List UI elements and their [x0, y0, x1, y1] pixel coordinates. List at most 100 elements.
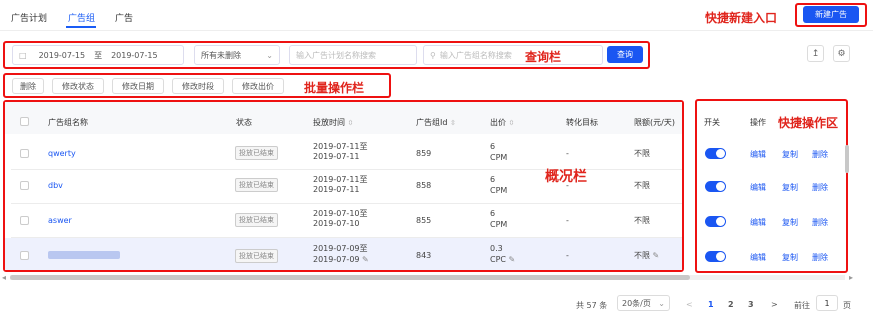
query-button[interactable]: 查询	[607, 46, 643, 63]
date-range-picker[interactable]: □ 2019-07-15 至 2019-07-15	[12, 45, 184, 65]
delete-button[interactable]: 删除	[812, 217, 828, 228]
tab-ad[interactable]: 广告	[115, 11, 133, 24]
header-time[interactable]: 投放时间 ⇳	[313, 117, 353, 128]
toggle-switch[interactable]	[705, 216, 726, 227]
next-page-icon[interactable]: >	[771, 300, 778, 309]
cell-id: 843	[416, 251, 432, 260]
table-row-name-link[interactable]: aswer	[48, 216, 72, 226]
tabs-divider	[0, 30, 873, 31]
goto-page-input[interactable]: 1	[816, 295, 838, 311]
annotation-overview: 概况栏	[545, 169, 587, 185]
status-select[interactable]: 所有未删除 ⌄	[194, 45, 280, 65]
cell-time-start: 2019-07-11至	[313, 175, 368, 184]
cell-bid-type: CPM	[490, 186, 508, 195]
batch-date-button[interactable]: 修改日期	[112, 78, 164, 94]
search-icon: ⚲	[430, 50, 436, 60]
edit-icon[interactable]: ✎	[362, 255, 369, 264]
cell-id: 855	[416, 216, 432, 225]
delete-button[interactable]: 删除	[812, 182, 828, 193]
cell-limit: 不限	[634, 216, 650, 225]
prev-page-icon[interactable]: <	[686, 300, 693, 309]
plan-search-input[interactable]: 输入广告计划名称搜索	[289, 45, 417, 65]
chevron-down-icon: ⌄	[658, 298, 665, 308]
page-size-select[interactable]: 20条/页 ⌄	[617, 295, 670, 311]
tab-ad-group[interactable]: 广告组	[68, 11, 95, 24]
cell-time-end: 2019-07-11	[313, 152, 360, 161]
table-row-name-link[interactable]: dbv	[48, 181, 63, 191]
goto-label: 前往	[794, 301, 810, 310]
copy-button[interactable]: 复制	[782, 217, 798, 228]
table-row-name-link[interactable]: qwerty	[48, 149, 76, 159]
status-badge: 投放已结束	[235, 213, 278, 227]
sort-icon[interactable]: ⇳	[450, 119, 456, 127]
header-id[interactable]: 广告组Id ⇳	[416, 117, 456, 128]
row-divider	[11, 203, 682, 204]
page-3[interactable]: 3	[748, 300, 754, 309]
edit-button[interactable]: 编辑	[750, 217, 766, 228]
toggle-switch[interactable]	[705, 181, 726, 192]
cell-limit: 不限	[634, 181, 650, 190]
edit-button[interactable]: 编辑	[750, 252, 766, 263]
active-tab-indicator	[66, 26, 96, 28]
edit-icon[interactable]: ✎	[653, 251, 660, 260]
header-limit: 限额(元/天)	[634, 118, 675, 127]
status-badge: 投放已结束	[235, 178, 278, 192]
select-all-checkbox[interactable]	[20, 117, 29, 126]
cell-time-end: 2019-07-11	[313, 185, 360, 194]
toggle-switch[interactable]	[705, 251, 726, 262]
cell-time-start: 2019-07-09至	[313, 244, 368, 253]
batch-period-button[interactable]: 修改时段	[172, 78, 224, 94]
date-end: 2019-07-15	[111, 50, 158, 60]
delete-button[interactable]: 删除	[812, 149, 828, 160]
cell-target: -	[566, 216, 569, 225]
cell-target: -	[566, 251, 569, 260]
sort-icon[interactable]: ⇳	[509, 119, 515, 127]
page-2[interactable]: 2	[728, 300, 734, 309]
scroll-right-icon[interactable]: ▸	[849, 273, 853, 283]
tab-ad-plan[interactable]: 广告计划	[11, 11, 47, 24]
plan-search-placeholder: 输入广告计划名称搜索	[296, 50, 376, 60]
scroll-left-icon[interactable]: ◂	[2, 273, 6, 283]
batch-status-button[interactable]: 修改状态	[52, 78, 104, 94]
header-status: 状态	[236, 118, 252, 127]
edit-button[interactable]: 编辑	[750, 182, 766, 193]
copy-button[interactable]: 复制	[782, 252, 798, 263]
new-ad-button[interactable]: 新建广告	[803, 6, 859, 23]
cell-bid-value: 6	[490, 175, 496, 184]
batch-bid-button[interactable]: 修改出价	[232, 78, 284, 94]
cell-id: 858	[416, 181, 432, 190]
gear-icon[interactable]: ⚙	[833, 45, 850, 62]
calendar-icon: □	[19, 50, 27, 60]
cell-limit: 不限	[634, 149, 650, 158]
edit-button[interactable]: 编辑	[750, 149, 766, 160]
row-checkbox[interactable]	[20, 216, 29, 225]
header-name: 广告组名称	[48, 118, 88, 127]
vertical-scrollbar[interactable]	[845, 145, 849, 173]
toggle-switch[interactable]	[705, 148, 726, 159]
chevron-down-icon: ⌄	[266, 50, 273, 60]
cell-bid-type: CPM	[490, 220, 508, 229]
header-bid[interactable]: 出价 ⇳	[490, 117, 514, 128]
cell-bid-value: 0.3	[490, 244, 503, 253]
status-badge: 投放已结束	[235, 146, 278, 160]
batch-delete-button[interactable]: 删除	[12, 78, 44, 94]
export-icon[interactable]: ↥	[807, 45, 824, 62]
horizontal-scrollbar[interactable]	[10, 275, 690, 280]
copy-button[interactable]: 复制	[782, 182, 798, 193]
cell-time-end: 2019-07-09 ✎	[313, 255, 369, 264]
copy-button[interactable]: 复制	[782, 149, 798, 160]
edit-icon[interactable]: ✎	[509, 255, 516, 264]
row-checkbox[interactable]	[20, 251, 29, 260]
group-search-input[interactable]: ⚲ 输入广告组名称搜索	[423, 45, 603, 65]
sort-icon[interactable]: ⇳	[348, 119, 354, 127]
cell-bid-value: 6	[490, 142, 496, 151]
annotation-query: 查询栏	[525, 50, 562, 64]
date-start: 2019-07-15	[38, 50, 86, 60]
cell-target: -	[566, 149, 569, 158]
row-checkbox[interactable]	[20, 181, 29, 190]
page-1[interactable]: 1	[708, 300, 714, 309]
delete-button[interactable]: 删除	[812, 252, 828, 263]
annotation-batch: 批量操作栏	[304, 81, 365, 95]
page-unit-label: 页	[843, 301, 851, 310]
row-checkbox[interactable]	[20, 149, 29, 158]
